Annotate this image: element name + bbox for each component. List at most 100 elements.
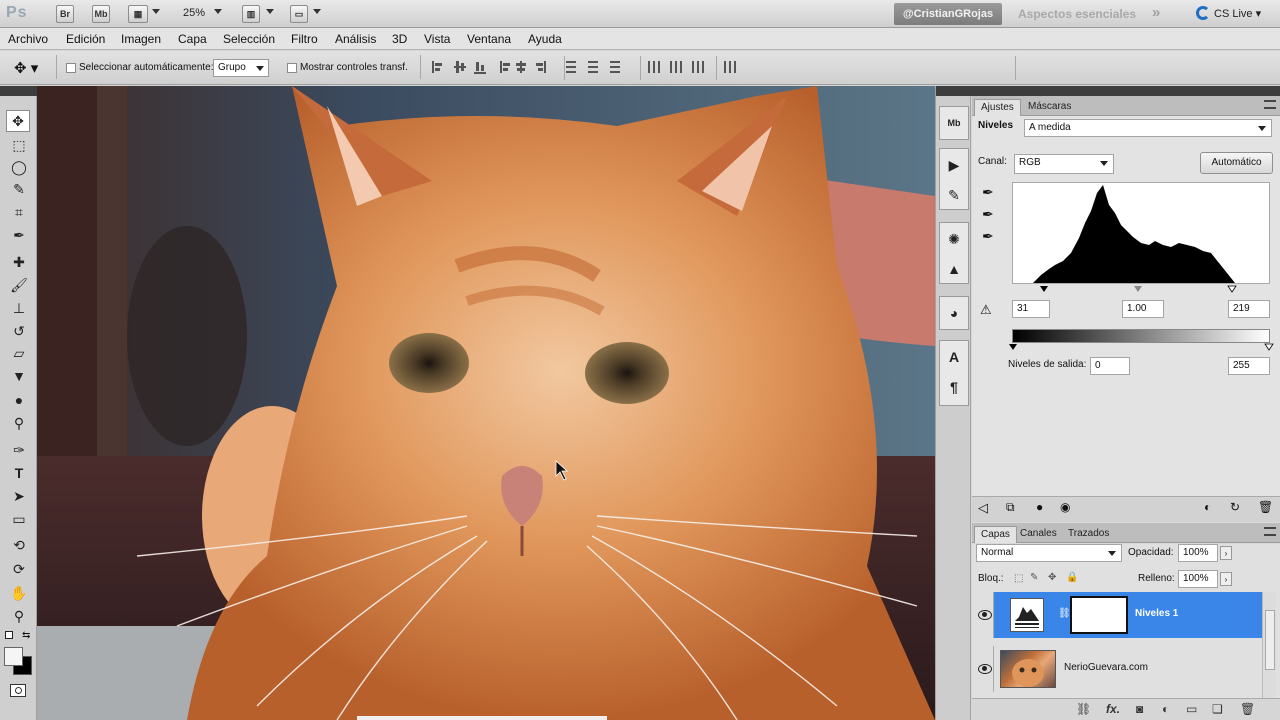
lock-all-icon[interactable]: 🔒 xyxy=(1066,572,1078,583)
panel-menu-icon[interactable] xyxy=(1264,527,1276,536)
tab-ajustes[interactable]: Ajustes xyxy=(974,99,1021,116)
tab-canales[interactable]: Canales xyxy=(1014,526,1063,543)
move-icon[interactable]: ✥ xyxy=(6,110,30,132)
cs-live-button[interactable]: CS Live ▾ xyxy=(1196,6,1261,20)
new-adjustment-layer-icon[interactable]: ◐ xyxy=(1162,702,1169,716)
panel-grip[interactable] xyxy=(936,86,972,96)
navigator-icon[interactable]: ✺ xyxy=(944,230,964,248)
eyedropper-icon[interactable]: ✒ xyxy=(9,226,29,244)
fill-field[interactable]: 100% xyxy=(1178,570,1218,588)
white-point-eyedropper-icon[interactable]: ✒ xyxy=(982,228,994,245)
color-swatches-icon[interactable]: ◕ xyxy=(944,304,964,322)
layer-row[interactable]: ⛓ Niveles 1 xyxy=(972,592,1262,638)
return-to-list-icon[interactable]: ◁ xyxy=(978,500,988,516)
auto-select-dropdown[interactable]: Grupo xyxy=(213,59,269,77)
default-colors-icon[interactable] xyxy=(5,631,13,639)
menu-ventana[interactable]: Ventana xyxy=(467,32,511,46)
layer-name[interactable]: NerioGuevara.com xyxy=(1064,662,1148,673)
chevron-down-icon[interactable] xyxy=(313,9,321,14)
dodge-icon[interactable]: ⚲ xyxy=(9,414,29,432)
clip-to-layer-icon[interactable]: ● xyxy=(1036,500,1043,514)
3d-orbit-icon[interactable]: ⟳ xyxy=(9,560,29,578)
healing-icon[interactable]: ✚ xyxy=(9,253,29,271)
3d-rotate-icon[interactable]: ⟲ xyxy=(9,536,29,554)
move-tool-preset-icon[interactable]: ✥ ▾ xyxy=(14,59,38,77)
workspace-user-button[interactable]: @CristianGRojas xyxy=(894,3,1002,25)
swap-colors-icon[interactable]: ⇆ xyxy=(22,630,30,641)
layer-row[interactable]: NerioGuevara.com xyxy=(972,646,1262,692)
menu-imagen[interactable]: Imagen xyxy=(121,32,161,46)
mini-bridge-button[interactable]: Mb xyxy=(92,5,110,23)
expanded-view-icon[interactable]: ⧉ xyxy=(1006,500,1015,515)
visibility-icon[interactable]: ◉ xyxy=(1060,500,1070,514)
shadow-slider[interactable] xyxy=(1040,286,1048,292)
chevron-down-icon[interactable] xyxy=(214,9,222,14)
input-sliders[interactable] xyxy=(1012,284,1272,294)
workspace-essentials-button[interactable]: Aspectos esenciales xyxy=(1018,7,1136,21)
midtone-slider[interactable] xyxy=(1134,286,1142,292)
chevron-down-icon[interactable] xyxy=(152,9,160,14)
shape-icon[interactable]: ▭ xyxy=(9,510,29,528)
pen-icon[interactable]: ✑ xyxy=(9,441,29,459)
output-sliders[interactable] xyxy=(1008,342,1274,352)
blend-mode-dropdown[interactable]: Normal xyxy=(976,544,1122,562)
lasso-icon[interactable]: ◯ xyxy=(9,158,29,176)
actions-icon[interactable]: ▶ xyxy=(944,156,964,174)
menu-ayuda[interactable]: Ayuda xyxy=(528,32,562,46)
quick-mask-icon[interactable] xyxy=(10,684,26,697)
opacity-slider-button[interactable]: › xyxy=(1220,546,1232,560)
menu-vista[interactable]: Vista xyxy=(424,32,450,46)
type-icon[interactable]: T xyxy=(9,464,29,482)
screen-mode-button[interactable]: ▭ xyxy=(290,5,308,23)
reset-icon[interactable]: ↻ xyxy=(1230,500,1240,514)
history-brush-icon[interactable]: ↺ xyxy=(9,322,29,340)
channel-dropdown[interactable]: RGB xyxy=(1014,154,1114,174)
foreground-color-swatch[interactable] xyxy=(4,647,23,666)
output-high-field[interactable]: 255 xyxy=(1228,357,1270,375)
history-icon[interactable]: ✎ xyxy=(944,186,964,204)
menu-filtro[interactable]: Filtro xyxy=(291,32,318,46)
arrange-documents-button[interactable]: ▥ xyxy=(242,5,260,23)
lock-pixels-icon[interactable]: ✎ xyxy=(1030,572,1038,583)
chain-link-icon[interactable]: ⛓ xyxy=(1058,608,1071,619)
document-canvas[interactable] xyxy=(37,86,935,720)
view-extras-button[interactable]: ▦ xyxy=(128,5,148,23)
chevron-down-icon[interactable] xyxy=(266,9,274,14)
fill-slider-button[interactable]: › xyxy=(1220,572,1232,586)
layer-mask-thumbnail[interactable] xyxy=(1070,596,1128,634)
menu-analisis[interactable]: Análisis xyxy=(335,32,376,46)
levels-preset-dropdown[interactable]: A medida xyxy=(1024,119,1272,137)
menu-archivo[interactable]: Archivo xyxy=(8,32,48,46)
blur-icon[interactable]: ● xyxy=(9,391,29,409)
highlight-slider[interactable] xyxy=(1227,285,1237,293)
panel-menu-icon[interactable] xyxy=(1264,100,1276,109)
panel-grip[interactable] xyxy=(972,86,1280,96)
path-select-icon[interactable]: ➤ xyxy=(9,487,29,505)
tab-capas[interactable]: Capas xyxy=(974,526,1017,543)
tab-mascaras[interactable]: Máscaras xyxy=(1022,99,1077,116)
marquee-icon[interactable]: ⬚ xyxy=(9,136,29,154)
eye-icon[interactable] xyxy=(978,610,992,620)
menu-seleccion[interactable]: Selección xyxy=(223,32,275,46)
new-layer-icon[interactable]: ❏ xyxy=(1212,702,1223,716)
previous-state-icon[interactable]: ◐ xyxy=(1204,500,1211,514)
quick-select-icon[interactable]: ✎ xyxy=(9,180,29,198)
mini-bridge-icon[interactable]: Mb xyxy=(944,114,964,132)
eye-icon[interactable] xyxy=(978,664,992,674)
menu-edicion[interactable]: Edición xyxy=(66,32,105,46)
output-low-field[interactable]: 0 xyxy=(1090,357,1130,375)
gray-point-eyedropper-icon[interactable]: ✒ xyxy=(982,206,994,223)
tab-trazados[interactable]: Trazados xyxy=(1062,526,1115,543)
zoom-icon[interactable]: ⚲ xyxy=(9,607,29,625)
layer-name[interactable]: Niveles 1 xyxy=(1135,608,1178,619)
auto-button[interactable]: Automático xyxy=(1200,152,1273,174)
show-transform-checkbox[interactable] xyxy=(287,63,297,73)
menu-capa[interactable]: Capa xyxy=(178,32,207,46)
panel-grip[interactable] xyxy=(0,86,37,96)
opacity-field[interactable]: 100% xyxy=(1178,544,1218,562)
layer-style-icon[interactable]: fx. xyxy=(1106,702,1120,716)
new-group-icon[interactable]: ▭ xyxy=(1186,702,1197,716)
input-highlight-field[interactable]: 219 xyxy=(1228,300,1270,318)
output-white-slider[interactable] xyxy=(1264,343,1274,351)
input-shadow-field[interactable]: 31 xyxy=(1012,300,1050,318)
